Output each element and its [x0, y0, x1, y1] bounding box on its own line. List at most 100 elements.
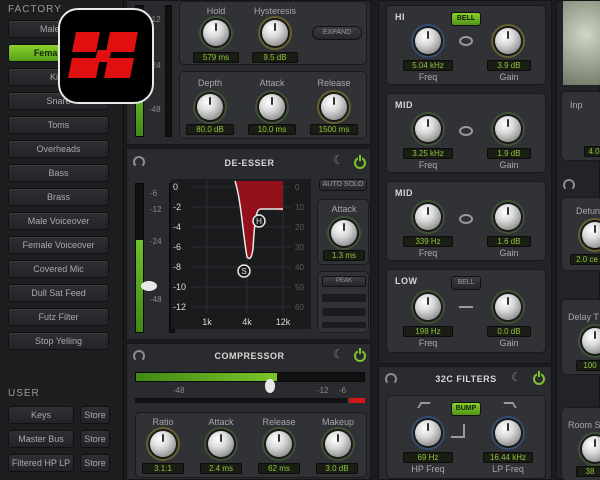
ratio-knob[interactable] — [150, 431, 176, 457]
user-title: USER — [8, 388, 40, 399]
makeup-value: 3.0 dB — [316, 463, 358, 474]
gate-release-knob[interactable] — [321, 94, 347, 120]
eq-mid1-q-icon[interactable] — [459, 126, 473, 136]
detune-value: 2.0 ce — [570, 254, 600, 265]
delay-label: Delay T — [568, 312, 599, 322]
store-button[interactable]: Store — [80, 454, 110, 472]
input-label: Inp — [570, 100, 583, 110]
user-preset-item[interactable]: Master Bus — [8, 430, 74, 448]
eq-low-bell-button[interactable]: BELL — [451, 276, 481, 290]
input-value: 4.0 — [584, 146, 600, 157]
mode-dropdown[interactable] — [322, 294, 366, 302]
ratio-label: Ratio — [152, 417, 174, 427]
comp-attack-knob[interactable] — [208, 431, 234, 457]
comp-attack-value: 2.4 ms — [200, 463, 242, 474]
deesser-attack-label: Attack — [331, 204, 357, 214]
deesser-right-tick: 40 — [295, 263, 304, 272]
eq-mid2-band: MID 339 Hz 1.6 dB Freq Gain — [386, 181, 546, 261]
gate-attack-knob[interactable] — [259, 94, 285, 120]
store-button[interactable]: Store — [80, 430, 110, 448]
factory-preset-item[interactable]: Bass — [8, 164, 109, 182]
expand-button[interactable]: EXPAND — [312, 26, 362, 40]
eq-mid1-title: MID — [395, 100, 413, 110]
gate-upper-section: Hold 579 ms Hysteresis 9.5 dB EXPAND — [179, 1, 367, 65]
listen-ear-icon[interactable]: ☾ — [333, 153, 344, 167]
factory-preset-item[interactable]: Stop Yelling — [8, 332, 109, 350]
factory-preset-item[interactable]: Toms — [8, 116, 109, 134]
comp-release-label: Release — [262, 417, 296, 427]
store-button[interactable]: Store — [80, 406, 110, 424]
mode-slot-3[interactable] — [322, 322, 366, 328]
gate-attack-label: Attack — [259, 78, 285, 88]
eq-mid2-gain-label: Gain — [499, 248, 519, 258]
bump-button[interactable]: BUMP — [451, 402, 481, 416]
detune-label: Detun — [576, 206, 600, 216]
detune-knob[interactable] — [582, 222, 600, 248]
eq-hi-freq-knob[interactable] — [415, 28, 441, 54]
eq-low-shelf-icon[interactable] — [459, 306, 473, 308]
auto-solo-button[interactable]: AUTO SOLO — [319, 179, 367, 191]
eq-hi-gain-knob[interactable] — [495, 28, 521, 54]
eq-mid2-gain-knob[interactable] — [495, 204, 521, 230]
factory-preset-item[interactable]: Male Voiceover — [8, 212, 109, 230]
lp-freq-value: 16.44 kHz — [483, 452, 533, 463]
eq-mid1-freq-label: Freq — [418, 160, 438, 170]
eq-low-gain-knob[interactable] — [495, 294, 521, 320]
deesser-mode-section: PEAK — [317, 271, 369, 333]
factory-preset-item[interactable]: Dull Sat Feed — [8, 284, 109, 302]
deesser-scale-48: -48 — [150, 295, 162, 304]
filter-link-icon[interactable] — [451, 424, 465, 438]
deesser-y-tick: -4 — [173, 222, 181, 232]
eq-mid1-gain-knob[interactable] — [495, 116, 521, 142]
factory-preset-item[interactable]: Brass — [8, 188, 109, 206]
deesser-right-tick: 50 — [295, 283, 304, 292]
eq-mid2-freq-knob[interactable] — [415, 204, 441, 230]
eq-mid2-q-icon[interactable] — [459, 214, 473, 224]
peak-button[interactable]: PEAK — [322, 276, 366, 287]
room-knob[interactable] — [582, 436, 600, 462]
gate-scale-48: -48 — [149, 105, 161, 114]
compressor-listen-icon[interactable]: ☾ — [333, 347, 344, 361]
eq-hi-title: HI — [395, 12, 405, 22]
lp-freq-knob[interactable] — [495, 420, 521, 446]
deesser-handle-h-label: H — [256, 217, 262, 226]
factory-preset-item[interactable]: Futz Filter — [8, 308, 109, 326]
comp-release-knob[interactable] — [266, 431, 292, 457]
eq-low-freq-knob[interactable] — [415, 294, 441, 320]
deesser-graph[interactable]: H S 0 -2 -4 -6 -8 -10 -12 0 10 20 30 40 50 60 1k 4k 12k — [171, 179, 311, 329]
factory-preset-item[interactable]: Covered Mic — [8, 260, 109, 278]
eq-hi-link-icon[interactable] — [459, 36, 473, 46]
deesser-power-icon[interactable] — [354, 155, 366, 169]
filters-title: 32C FILTERS — [435, 374, 497, 384]
mode-slot-2[interactable] — [322, 308, 366, 316]
user-preset-item[interactable]: Keys — [8, 406, 74, 424]
filters-controls: BUMP 69 Hz 16.44 kHz HP Freq LP Freq — [386, 395, 546, 479]
eq-mid1-freq-knob[interactable] — [415, 116, 441, 142]
compressor-power-icon[interactable] — [354, 348, 366, 362]
hp-freq-value: 69 Hz — [403, 452, 453, 463]
user-preset-item[interactable]: Filtered HP LP — [8, 454, 74, 472]
visual-display — [563, 1, 600, 85]
right-reset-icon[interactable] — [563, 179, 575, 191]
eq-mid2-title: MID — [395, 188, 413, 198]
factory-preset-item[interactable]: Overheads — [8, 140, 109, 158]
filters-power-icon[interactable] — [533, 371, 545, 385]
hold-knob[interactable] — [203, 20, 229, 46]
makeup-knob[interactable] — [325, 431, 351, 457]
threshold-slider-handle[interactable] — [141, 281, 157, 291]
eq-low-freq-value: 198 Hz — [403, 326, 453, 337]
depth-knob[interactable] — [197, 94, 223, 120]
deesser-y-tick: -2 — [173, 202, 181, 212]
filters-listen-icon[interactable]: ☾ — [511, 370, 522, 384]
deesser-right-tick: 30 — [295, 243, 304, 252]
compressor-threshold-handle[interactable] — [265, 379, 275, 393]
delay-knob[interactable] — [582, 328, 600, 354]
gate-reduction-meter — [165, 5, 172, 137]
deesser-attack-knob[interactable] — [331, 220, 357, 246]
factory-preset-item[interactable]: Female Voiceover — [8, 236, 109, 254]
hp-freq-knob[interactable] — [415, 420, 441, 446]
eq-hi-bell-button[interactable]: BELL — [451, 12, 481, 26]
hysteresis-label: Hysteresis — [253, 6, 296, 16]
hysteresis-knob[interactable] — [262, 20, 288, 46]
eq-low-freq-label: Freq — [418, 338, 438, 348]
